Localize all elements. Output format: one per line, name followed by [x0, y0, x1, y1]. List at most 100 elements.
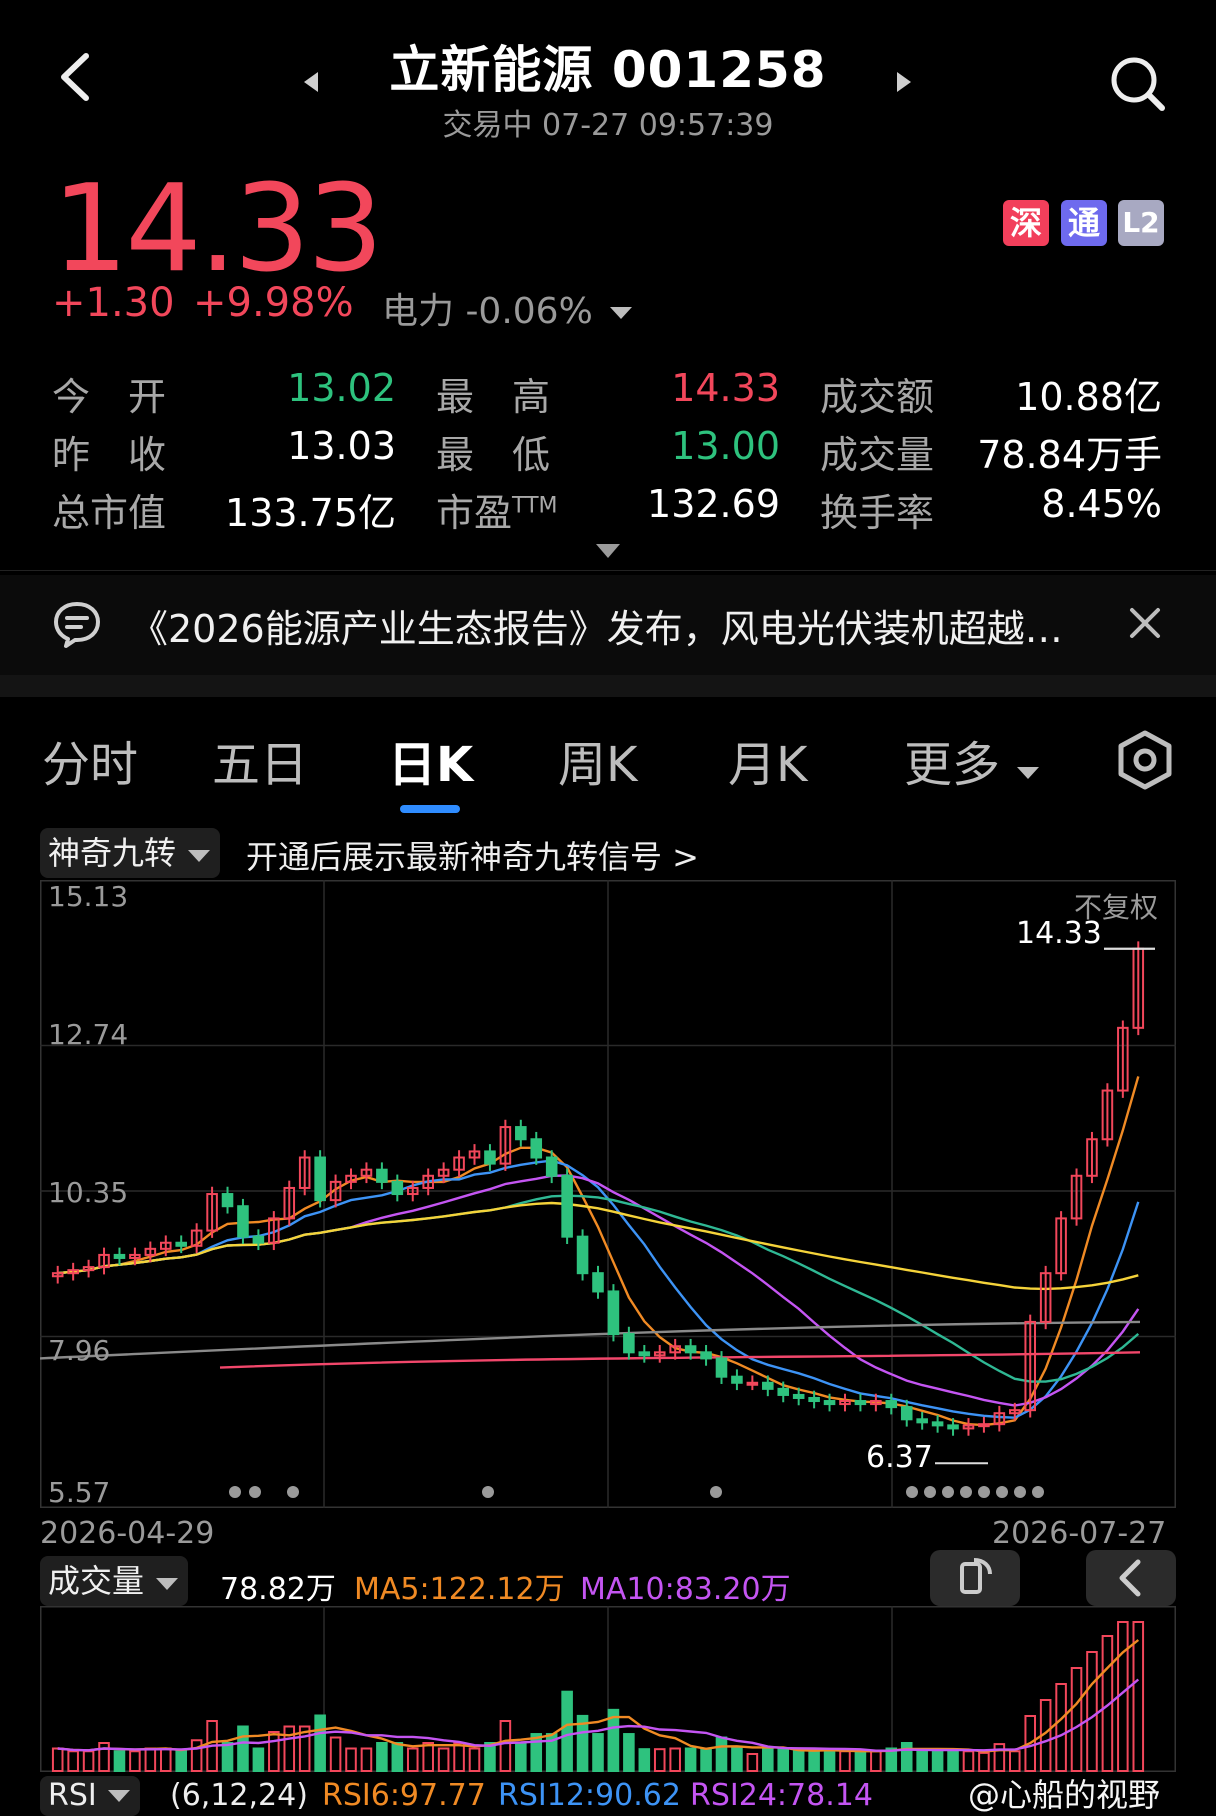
sector-text: 电力 -0.06%: [382, 291, 593, 332]
tab-five-day[interactable]: 五日: [212, 725, 308, 795]
volume-bar: [808, 1750, 820, 1772]
volume-bar: [437, 1747, 450, 1772]
tab-weekly-k[interactable]: 周K: [558, 725, 637, 795]
volume-bar: [113, 1750, 126, 1772]
signal-dot: [1032, 1486, 1044, 1498]
signal-dot: [978, 1486, 990, 1498]
search-icon[interactable]: [1108, 54, 1168, 118]
close-icon[interactable]: [1128, 606, 1162, 644]
candle: [314, 1156, 326, 1202]
volume-bar: [978, 1751, 990, 1772]
connect-badge[interactable]: 通: [1061, 200, 1107, 246]
volume-bar: [345, 1747, 357, 1772]
tab-monthly-k[interactable]: 月K: [728, 725, 807, 795]
sector-info[interactable]: 电力 -0.06%: [382, 282, 634, 334]
rsi-params: (6,12,24): [170, 1778, 308, 1813]
candle: [947, 1424, 959, 1430]
level2-badge[interactable]: L2: [1118, 200, 1164, 246]
open-label: 今 开: [52, 375, 167, 419]
active-tab-indicator: [400, 805, 460, 813]
pe-ttm-sup: TTM: [512, 493, 558, 519]
volume-bar: [314, 1714, 326, 1772]
collapse-panel-button[interactable]: [1086, 1550, 1176, 1606]
volume-bar: [499, 1720, 512, 1772]
divider: [0, 570, 1216, 571]
high-label: 最 高: [436, 375, 551, 419]
ma120-line: [39, 1320, 1141, 1360]
y-tick-label: 5.57: [48, 1476, 111, 1509]
high-marker-label: 14.33: [1016, 916, 1102, 951]
volume-bar: [268, 1731, 280, 1772]
volume-indicator-selector[interactable]: 成交量: [40, 1556, 189, 1606]
chevron-down-icon: [1017, 767, 1040, 779]
signal-dot: [906, 1486, 918, 1498]
volume-ma5: MA5:122.12万: [354, 1572, 565, 1607]
volume-bar: [468, 1747, 481, 1772]
y-tick-label: 15.13: [48, 880, 129, 913]
low-marker-label: 6.37: [866, 1440, 933, 1475]
expand-stats-icon[interactable]: [594, 542, 622, 564]
rsi12-value: RSI12:90.62: [498, 1778, 681, 1813]
candle: [854, 1400, 867, 1406]
pe-label: 市盈TTM: [436, 482, 558, 537]
section-separator: [0, 675, 1216, 697]
volume-chart-svg: [39, 1605, 1177, 1773]
candle: [715, 1357, 728, 1378]
start-date-label: 2026-04-29: [40, 1516, 215, 1551]
volume-bar: [993, 1743, 1006, 1773]
volume-bar: [870, 1750, 882, 1772]
news-headline[interactable]: 《2026能源产业生态报告》发布，风电光伏装机超越…: [130, 598, 1063, 653]
volume-bar: [777, 1747, 790, 1772]
tab-intraday[interactable]: 分时: [42, 725, 138, 795]
volume-bar: [854, 1750, 867, 1772]
candle: [376, 1168, 388, 1183]
signal-dot: [1014, 1486, 1026, 1498]
volume-bar: [51, 1747, 64, 1772]
candle: [792, 1393, 805, 1399]
candle: [175, 1241, 187, 1247]
tab-daily-k[interactable]: 日K: [388, 725, 473, 795]
low-value: 13.00: [671, 424, 780, 468]
volume-bar: [731, 1747, 743, 1772]
volume-bar: [653, 1748, 666, 1773]
volume-bar: [515, 1742, 527, 1772]
price-chart[interactable]: [39, 879, 1177, 1509]
rotate-screen-button[interactable]: [930, 1550, 1020, 1606]
dropdown-icon: [610, 307, 633, 319]
volume-bar: [175, 1750, 187, 1772]
volume-chart[interactable]: [39, 1605, 1177, 1773]
amount-value: 10.88亿: [1015, 375, 1162, 419]
volume-value: 78.82万: [220, 1572, 336, 1607]
prev-close-label: 昨 收: [52, 433, 167, 477]
next-stock-icon[interactable]: [895, 70, 915, 98]
volume-bar: [746, 1753, 759, 1772]
volume-bar: [67, 1750, 79, 1772]
amount-label: 成交额: [820, 375, 935, 419]
candlestick-chart-svg: [39, 879, 1177, 1509]
signal-dot: [710, 1486, 722, 1498]
end-date-label: 2026-07-27: [992, 1516, 1167, 1551]
indicator-selector[interactable]: 神奇九转: [40, 828, 221, 878]
y-tick-label: 12.74: [48, 1018, 129, 1051]
volume-bar: [1070, 1667, 1083, 1772]
open-value: 13.02: [287, 366, 396, 410]
sz-connect-badge[interactable]: 深: [1003, 200, 1049, 246]
chevron-down-icon: [106, 1786, 132, 1808]
indicator-promo-link[interactable]: 开通后展示最新神奇九转信号 >: [246, 832, 699, 878]
candle: [684, 1345, 697, 1354]
tab-more[interactable]: 更多: [904, 725, 1041, 795]
candle: [931, 1421, 944, 1427]
volume-bar: [684, 1747, 697, 1772]
chart-settings-icon[interactable]: [1116, 730, 1174, 794]
volume-bar: [1055, 1683, 1067, 1772]
candle: [607, 1290, 620, 1336]
volume-bar: [283, 1725, 296, 1772]
watermark: @心船的视野: [968, 1776, 1161, 1814]
turnover-value: 8.45%: [1041, 482, 1162, 526]
chevron-down-icon: [156, 1578, 179, 1590]
volume-bar: [762, 1747, 774, 1772]
volume-bar: [916, 1750, 928, 1772]
pe-value: 132.69: [647, 482, 780, 526]
price-change: +1.30: [52, 280, 175, 326]
y-tick-label: 10.35: [48, 1176, 129, 1209]
